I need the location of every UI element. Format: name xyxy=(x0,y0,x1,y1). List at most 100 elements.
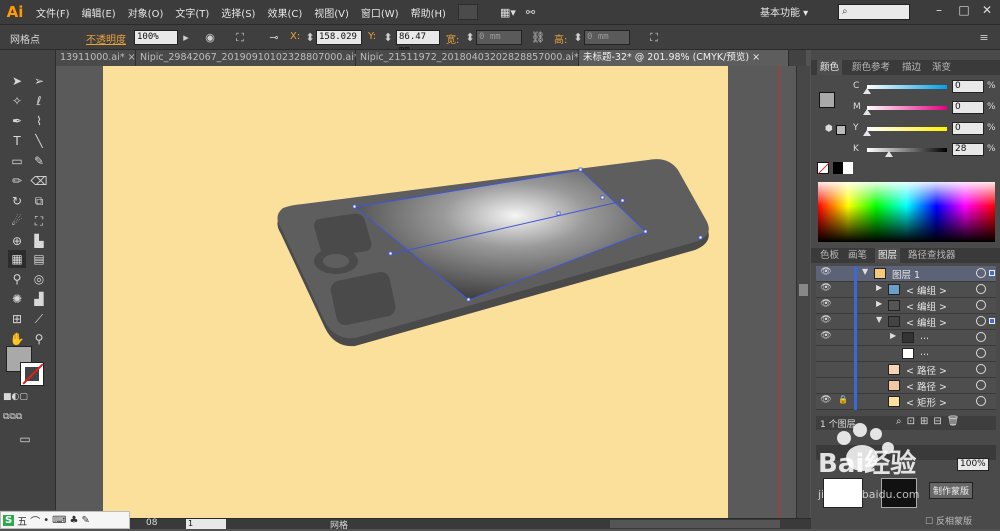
height-field[interactable]: 0 mm xyxy=(584,30,630,45)
screen-mode-icon[interactable]: ▭ xyxy=(16,430,34,448)
slider-value-field[interactable]: 0 xyxy=(952,80,984,93)
lock-icon[interactable]: 🔒 xyxy=(837,395,849,404)
panel-menu-icon[interactable]: ≡ xyxy=(976,30,992,45)
scrollbar-thumb[interactable] xyxy=(799,284,808,296)
mesh-tool-icon[interactable]: ▦ xyxy=(8,250,26,268)
reference-point-icon[interactable]: ⛶ xyxy=(232,30,248,45)
scale-tool-icon[interactable]: ⧉ xyxy=(30,192,48,210)
menu-item[interactable]: 视图(V) xyxy=(308,5,355,20)
menu-item[interactable]: 窗口(W) xyxy=(355,5,405,20)
tab-swatches[interactable]: 色板 xyxy=(817,248,842,263)
slider-knob[interactable] xyxy=(863,88,871,94)
bridge-button[interactable] xyxy=(457,4,478,20)
rotate-tool-icon[interactable]: ↻ xyxy=(8,192,26,210)
artboard[interactable] xyxy=(103,66,728,518)
target-circle-icon[interactable] xyxy=(976,268,986,278)
tab-doc-3[interactable]: Nipic_21511972_20180403202828857000.ai* … xyxy=(356,50,590,66)
magic-wand-tool-icon[interactable]: ✧ xyxy=(8,92,26,110)
ime-button[interactable]: ⌒ xyxy=(30,513,40,528)
tab-color-guide[interactable]: 颜色参考 xyxy=(849,60,893,75)
ime-button[interactable]: • xyxy=(43,515,49,526)
none-swatch[interactable] xyxy=(817,162,830,175)
expand-arrow-icon[interactable]: ▶ xyxy=(890,331,896,340)
selection-tool-icon[interactable]: ➤ xyxy=(8,72,26,90)
layer-name[interactable]: 图层 1 xyxy=(892,267,920,281)
selection-indicator[interactable] xyxy=(989,318,995,324)
sogou-icon[interactable]: S xyxy=(3,514,15,526)
tab-pathfinder[interactable]: 路径查找器 xyxy=(905,248,959,263)
lasso-tool-icon[interactable]: ℓ xyxy=(30,92,48,110)
slider-knob[interactable] xyxy=(863,109,871,115)
ime-button[interactable]: ✎ xyxy=(82,515,90,526)
vertical-scrollbar[interactable] xyxy=(796,66,810,518)
layer-row[interactable]: 👁 🔒 < 矩形 > xyxy=(816,394,996,410)
blend-tool-icon[interactable]: ◎ xyxy=(30,270,48,288)
menu-item[interactable]: 效果(C) xyxy=(261,5,308,20)
perspective-grid-tool-icon[interactable]: ▙ xyxy=(30,232,48,250)
target-circle-icon[interactable] xyxy=(976,316,986,326)
slider-track[interactable] xyxy=(867,127,947,131)
tab-layers[interactable]: 图层 xyxy=(875,248,901,263)
layer-name[interactable]: < 路径 > xyxy=(906,363,947,377)
horizontal-scrollbar[interactable] xyxy=(610,520,780,528)
transparency-thumbnail[interactable] xyxy=(823,478,863,508)
help-search-input[interactable]: ⌕ xyxy=(838,4,910,20)
layer-row[interactable]: < 路径 > xyxy=(816,378,996,394)
width-field[interactable]: 0 mm xyxy=(476,30,522,45)
curvature-tool-icon[interactable]: ⌇ xyxy=(30,112,48,130)
slider-value-field[interactable]: 0 xyxy=(952,101,984,114)
menu-item[interactable]: 帮助(H) xyxy=(405,5,452,20)
target-circle-icon[interactable] xyxy=(976,300,986,310)
ime-button[interactable]: 五 xyxy=(17,513,27,528)
maximize-icon[interactable]: □ xyxy=(955,3,973,21)
visibility-eye-icon[interactable]: 👁 xyxy=(819,299,833,309)
artboard-page-field[interactable]: 1 xyxy=(186,519,226,529)
slider-track[interactable] xyxy=(867,85,947,89)
mask-thumbnail[interactable] xyxy=(881,478,917,508)
slider-value-field[interactable]: 28 xyxy=(952,143,984,156)
target-circle-icon[interactable] xyxy=(976,364,986,374)
layer-name[interactable]: < 矩形 > xyxy=(906,395,947,409)
expand-arrow-icon[interactable]: ▶ xyxy=(876,299,882,308)
draw-mode-icons[interactable]: ⧉⧉⧉ xyxy=(3,408,22,426)
menu-item[interactable]: 编辑(E) xyxy=(76,5,122,20)
free-transform-tool-icon[interactable]: ⛶ xyxy=(30,212,48,230)
visibility-eye-icon[interactable]: 👁 xyxy=(819,395,833,405)
expand-arrow-icon[interactable]: ▼ xyxy=(862,267,868,276)
y-stepper-icon[interactable]: ⬍ xyxy=(380,30,396,45)
layer-name[interactable]: < 编组 > xyxy=(906,283,947,297)
tab-gradient[interactable]: 渐变 xyxy=(929,60,954,75)
column-graph-tool-icon[interactable]: ▟ xyxy=(30,290,48,308)
ime-button[interactable]: ♣ xyxy=(70,515,79,526)
slider-k[interactable]: K 28% xyxy=(853,143,996,157)
black-swatch[interactable] xyxy=(833,162,843,174)
menu-item[interactable]: 选择(S) xyxy=(215,5,261,20)
tab-brushes[interactable]: 画笔 xyxy=(845,248,870,263)
visibility-eye-icon[interactable]: 👁 xyxy=(819,267,833,277)
zoom-tool-icon[interactable]: ⚲ xyxy=(30,330,48,348)
layer-row[interactable]: 👁 ▼ 图层 1 xyxy=(816,266,996,282)
stroke-swatch[interactable] xyxy=(20,362,44,386)
rectangle-tool-icon[interactable]: ▭ xyxy=(8,152,26,170)
direct-selection-tool-icon[interactable]: ➢ xyxy=(30,72,48,90)
make-mask-button[interactable]: 制作蒙版 xyxy=(929,482,974,499)
layer-row[interactable]: 👁 ▶... xyxy=(816,330,996,346)
slider-knob[interactable] xyxy=(863,130,871,136)
layer-name[interactable]: < 路径 > xyxy=(906,379,947,393)
target-circle-icon[interactable] xyxy=(976,396,986,406)
slider-value-field[interactable]: 0 xyxy=(952,122,984,135)
visibility-eye-icon[interactable]: 👁 xyxy=(819,315,833,325)
workspace-switcher[interactable]: 基本功能 ▾ xyxy=(760,4,808,19)
layer-row[interactable]: 👁 ▼ < 编组 > xyxy=(816,314,996,330)
paintbrush-tool-icon[interactable]: ✎ xyxy=(30,152,48,170)
anchor-convert-icon[interactable]: ⊸ xyxy=(266,30,282,45)
slider-knob[interactable] xyxy=(885,151,894,157)
color-mode-icons[interactable]: ■◐▢ xyxy=(3,388,28,406)
x-field[interactable]: 158.029 xyxy=(316,30,362,45)
device-illustration[interactable] xyxy=(103,66,728,518)
link-icon[interactable]: ⛓ xyxy=(530,30,546,45)
slider-m[interactable]: M 0% xyxy=(853,101,996,115)
expand-arrow-icon[interactable]: ▶ xyxy=(876,283,882,292)
menu-item[interactable]: 对象(O) xyxy=(122,5,170,20)
invert-mask-checkbox[interactable]: ☐ 反相蒙版 xyxy=(925,514,972,527)
